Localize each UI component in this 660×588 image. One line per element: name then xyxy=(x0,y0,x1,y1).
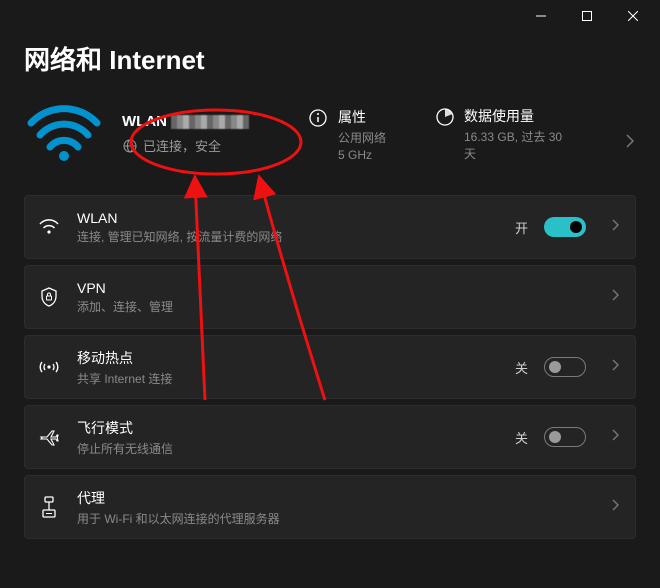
close-button[interactable] xyxy=(610,0,656,32)
data-usage-label: 数据使用量 xyxy=(464,106,566,126)
hero-data-usage[interactable]: 数据使用量 16.33 GB, 过去 30 天 xyxy=(436,106,566,162)
row-title: 代理 xyxy=(77,488,586,508)
row-sub: 添加、连接、管理 xyxy=(77,298,586,315)
airplane-icon xyxy=(37,425,61,449)
chevron-right-icon xyxy=(612,288,619,306)
hero-connection[interactable]: WLAN 已连接，安全 xyxy=(122,113,290,155)
ssid-label: WLAN xyxy=(122,113,167,130)
row-title: 移动热点 xyxy=(77,348,499,368)
row-sub: 用于 Wi-Fi 和以太网连接的代理服务器 xyxy=(77,510,586,527)
data-usage-icon xyxy=(436,107,454,127)
row-title: VPN xyxy=(77,280,586,296)
hotspot-icon xyxy=(37,355,61,379)
hero-chevron-icon[interactable] xyxy=(626,116,636,153)
globe-icon xyxy=(122,138,137,153)
hotspot-toggle[interactable] xyxy=(544,357,586,377)
data-usage-sub: 16.33 GB, 过去 30 天 xyxy=(464,128,566,162)
row-title: WLAN xyxy=(77,210,499,226)
maximize-button[interactable] xyxy=(564,0,610,32)
row-vpn[interactable]: VPN 添加、连接、管理 xyxy=(24,265,636,329)
chevron-right-icon xyxy=(612,218,619,236)
info-icon xyxy=(308,108,328,128)
row-hotspot[interactable]: 移动热点 共享 Internet 连接 关 xyxy=(24,335,636,399)
properties-sub1: 公用网络 xyxy=(338,129,386,146)
airplane-toggle[interactable] xyxy=(544,427,586,447)
ssid-redacted xyxy=(171,115,249,129)
properties-sub2: 5 GHz xyxy=(338,148,386,162)
window-titlebar xyxy=(0,0,660,32)
toggle-state-label: 关 xyxy=(515,428,528,447)
row-sub: 连接, 管理已知网络, 按流量计费的网络 xyxy=(77,228,499,245)
page-title: 网络和 Internet xyxy=(24,40,636,77)
chevron-right-icon xyxy=(612,428,619,446)
properties-label: 属性 xyxy=(338,107,386,127)
wifi-large-icon xyxy=(24,105,104,163)
row-wlan[interactable]: WLAN 连接, 管理已知网络, 按流量计费的网络 开 xyxy=(24,195,636,259)
row-sub: 停止所有无线通信 xyxy=(77,440,499,457)
proxy-icon xyxy=(37,495,61,519)
row-airplane[interactable]: 飞行模式 停止所有无线通信 关 xyxy=(24,405,636,469)
minimize-button[interactable] xyxy=(518,0,564,32)
shield-lock-icon xyxy=(37,285,61,309)
connection-status: 已连接，安全 xyxy=(143,136,221,155)
wlan-toggle[interactable] xyxy=(544,217,586,237)
chevron-right-icon xyxy=(612,358,619,376)
wifi-icon xyxy=(37,215,61,239)
chevron-right-icon xyxy=(612,498,619,516)
row-proxy[interactable]: 代理 用于 Wi-Fi 和以太网连接的代理服务器 xyxy=(24,475,636,539)
toggle-state-label: 关 xyxy=(515,358,528,377)
row-title: 飞行模式 xyxy=(77,418,499,438)
row-sub: 共享 Internet 连接 xyxy=(77,370,499,387)
toggle-state-label: 开 xyxy=(515,218,528,237)
hero-properties[interactable]: 属性 公用网络 5 GHz xyxy=(308,107,418,162)
hero-panel: WLAN 已连接，安全 属性 公用网络 5 GHz xyxy=(24,101,636,173)
